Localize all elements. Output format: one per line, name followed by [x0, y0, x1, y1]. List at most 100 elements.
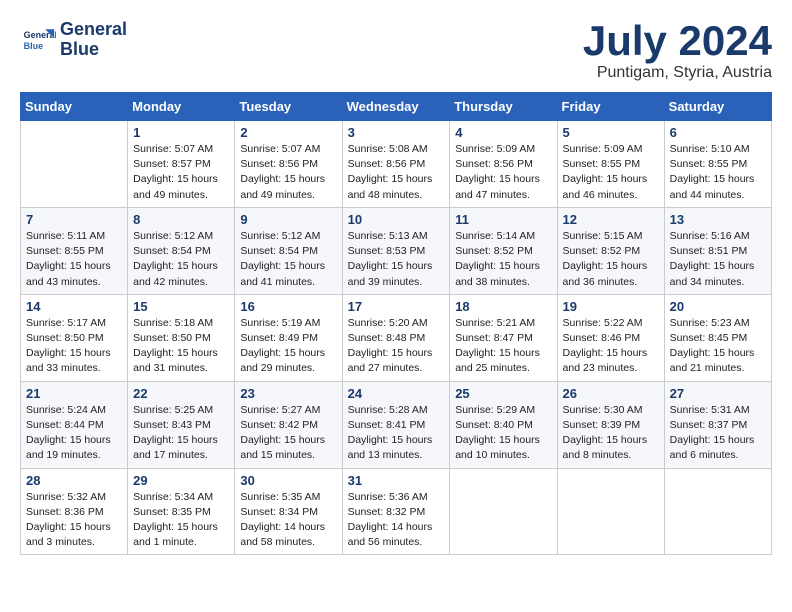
day-info: Sunrise: 5:19 AM Sunset: 8:49 PM Dayligh…	[240, 316, 336, 377]
day-number: 10	[348, 212, 445, 227]
day-info: Sunrise: 5:11 AM Sunset: 8:55 PM Dayligh…	[26, 229, 122, 290]
calendar-cell: 20Sunrise: 5:23 AM Sunset: 8:45 PM Dayli…	[664, 294, 771, 381]
day-number: 3	[348, 125, 445, 140]
calendar-cell: 10 Sunrise: 5:13 AM Sunset: 8:53 PM Dayli…	[342, 207, 450, 294]
day-info: Sunrise: 5:12 AM Sunset: 8:54 PM Dayligh…	[240, 229, 336, 290]
page-header: General Blue General Blue July 2024 Punt…	[20, 20, 772, 82]
calendar-cell: 27 Sunrise: 5:31 AM Sunset: 8:37 PM Dayli…	[664, 381, 771, 468]
day-info: Sunrise: 5:10 AM Sunset: 8:55 PM Dayligh…	[670, 142, 766, 203]
calendar-cell: 6 Sunrise: 5:10 AM Sunset: 8:55 PM Daylig…	[664, 121, 771, 208]
calendar-cell: 16 Sunrise: 5:19 AM Sunset: 8:49 PM Dayli…	[235, 294, 342, 381]
day-number: 5	[563, 125, 659, 140]
day-info: Sunrise: 5:17 AM Sunset: 8:50 PM Dayligh…	[26, 316, 122, 377]
calendar-cell: 2Sunrise: 5:07 AM Sunset: 8:56 PM Daylig…	[235, 121, 342, 208]
day-number: 16	[240, 299, 336, 314]
day-number: 1	[133, 125, 229, 140]
calendar-cell: 12Sunrise: 5:15 AM Sunset: 8:52 PM Dayli…	[557, 207, 664, 294]
calendar-cell: 1 Sunrise: 5:07 AM Sunset: 8:57 PM Daylig…	[128, 121, 235, 208]
calendar-cell: 24 Sunrise: 5:28 AM Sunset: 8:41 PM Dayli…	[342, 381, 450, 468]
calendar-week-row: 28 Sunrise: 5:32 AM Sunset: 8:36 PM Dayli…	[21, 468, 772, 555]
day-info: Sunrise: 5:09 AM Sunset: 8:55 PM Dayligh…	[563, 142, 659, 203]
day-number: 22	[133, 386, 229, 401]
calendar-cell: 8 Sunrise: 5:12 AM Sunset: 8:54 PM Daylig…	[128, 207, 235, 294]
day-info: Sunrise: 5:14 AM Sunset: 8:52 PM Dayligh…	[455, 229, 551, 290]
calendar-cell: 17Sunrise: 5:20 AM Sunset: 8:48 PM Dayli…	[342, 294, 450, 381]
calendar-week-row: 1 Sunrise: 5:07 AM Sunset: 8:57 PM Daylig…	[21, 121, 772, 208]
calendar-cell: 9 Sunrise: 5:12 AM Sunset: 8:54 PM Daylig…	[235, 207, 342, 294]
weekday-header-tuesday: Tuesday	[235, 93, 342, 121]
weekday-header-monday: Monday	[128, 93, 235, 121]
day-info: Sunrise: 5:12 AM Sunset: 8:54 PM Dayligh…	[133, 229, 229, 290]
calendar-cell: 25Sunrise: 5:29 AM Sunset: 8:40 PM Dayli…	[450, 381, 557, 468]
weekday-header-wednesday: Wednesday	[342, 93, 450, 121]
day-number: 30	[240, 473, 336, 488]
weekday-header-friday: Friday	[557, 93, 664, 121]
day-number: 29	[133, 473, 229, 488]
day-number: 8	[133, 212, 229, 227]
day-number: 13	[670, 212, 766, 227]
day-info: Sunrise: 5:07 AM Sunset: 8:57 PM Dayligh…	[133, 142, 229, 203]
day-number: 9	[240, 212, 336, 227]
calendar-cell: 14 Sunrise: 5:17 AM Sunset: 8:50 PM Dayli…	[21, 294, 128, 381]
day-info: Sunrise: 5:08 AM Sunset: 8:56 PM Dayligh…	[348, 142, 445, 203]
day-info: Sunrise: 5:35 AM Sunset: 8:34 PM Dayligh…	[240, 490, 336, 551]
day-info: Sunrise: 5:13 AM Sunset: 8:53 PM Dayligh…	[348, 229, 445, 290]
calendar-cell: 18Sunrise: 5:21 AM Sunset: 8:47 PM Dayli…	[450, 294, 557, 381]
day-number: 20	[670, 299, 766, 314]
day-info: Sunrise: 5:30 AM Sunset: 8:39 PM Dayligh…	[563, 403, 659, 464]
day-info: Sunrise: 5:16 AM Sunset: 8:51 PM Dayligh…	[670, 229, 766, 290]
day-info: Sunrise: 5:07 AM Sunset: 8:56 PM Dayligh…	[240, 142, 336, 203]
day-number: 14	[26, 299, 122, 314]
calendar-cell: 4 Sunrise: 5:09 AM Sunset: 8:56 PM Daylig…	[450, 121, 557, 208]
day-info: Sunrise: 5:27 AM Sunset: 8:42 PM Dayligh…	[240, 403, 336, 464]
day-info: Sunrise: 5:09 AM Sunset: 8:56 PM Dayligh…	[455, 142, 551, 203]
day-number: 21	[26, 386, 122, 401]
calendar-cell	[664, 468, 771, 555]
day-number: 6	[670, 125, 766, 140]
calendar-cell: 29 Sunrise: 5:34 AM Sunset: 8:35 PM Dayli…	[128, 468, 235, 555]
calendar-cell: 21 Sunrise: 5:24 AM Sunset: 8:44 PM Dayli…	[21, 381, 128, 468]
day-info: Sunrise: 5:24 AM Sunset: 8:44 PM Dayligh…	[26, 403, 122, 464]
calendar-cell: 22 Sunrise: 5:25 AM Sunset: 8:43 PM Dayli…	[128, 381, 235, 468]
day-number: 28	[26, 473, 122, 488]
calendar-cell: 30 Sunrise: 5:35 AM Sunset: 8:34 PM Dayli…	[235, 468, 342, 555]
calendar-cell: 13 Sunrise: 5:16 AM Sunset: 8:51 PM Dayli…	[664, 207, 771, 294]
month-title: July 2024	[583, 20, 772, 62]
logo-text: General Blue	[60, 20, 127, 60]
day-info: Sunrise: 5:21 AM Sunset: 8:47 PM Dayligh…	[455, 316, 551, 377]
day-number: 27	[670, 386, 766, 401]
day-info: Sunrise: 5:18 AM Sunset: 8:50 PM Dayligh…	[133, 316, 229, 377]
calendar-cell	[450, 468, 557, 555]
calendar-cell: 15Sunrise: 5:18 AM Sunset: 8:50 PM Dayli…	[128, 294, 235, 381]
calendar-cell: 23 Sunrise: 5:27 AM Sunset: 8:42 PM Dayli…	[235, 381, 342, 468]
weekday-header-row: SundayMondayTuesdayWednesdayThursdayFrid…	[21, 93, 772, 121]
logo: General Blue General Blue	[20, 20, 127, 60]
day-info: Sunrise: 5:28 AM Sunset: 8:41 PM Dayligh…	[348, 403, 445, 464]
calendar-cell: 11 Sunrise: 5:14 AM Sunset: 8:52 PM Dayli…	[450, 207, 557, 294]
day-info: Sunrise: 5:31 AM Sunset: 8:37 PM Dayligh…	[670, 403, 766, 464]
day-info: Sunrise: 5:34 AM Sunset: 8:35 PM Dayligh…	[133, 490, 229, 551]
day-info: Sunrise: 5:32 AM Sunset: 8:36 PM Dayligh…	[26, 490, 122, 551]
calendar-week-row: 7Sunrise: 5:11 AM Sunset: 8:55 PM Daylig…	[21, 207, 772, 294]
day-number: 11	[455, 212, 551, 227]
day-number: 4	[455, 125, 551, 140]
svg-text:Blue: Blue	[24, 41, 44, 51]
calendar-cell: 3 Sunrise: 5:08 AM Sunset: 8:56 PM Daylig…	[342, 121, 450, 208]
calendar-week-row: 21 Sunrise: 5:24 AM Sunset: 8:44 PM Dayli…	[21, 381, 772, 468]
day-number: 17	[348, 299, 445, 314]
day-number: 19	[563, 299, 659, 314]
day-info: Sunrise: 5:25 AM Sunset: 8:43 PM Dayligh…	[133, 403, 229, 464]
title-block: July 2024 Puntigam, Styria, Austria	[583, 20, 772, 82]
calendar-week-row: 14 Sunrise: 5:17 AM Sunset: 8:50 PM Dayli…	[21, 294, 772, 381]
day-number: 24	[348, 386, 445, 401]
day-number: 25	[455, 386, 551, 401]
calendar-cell	[21, 121, 128, 208]
calendar-cell: 7Sunrise: 5:11 AM Sunset: 8:55 PM Daylig…	[21, 207, 128, 294]
calendar-cell: 19 Sunrise: 5:22 AM Sunset: 8:46 PM Dayli…	[557, 294, 664, 381]
calendar-cell: 28 Sunrise: 5:32 AM Sunset: 8:36 PM Dayli…	[21, 468, 128, 555]
weekday-header-saturday: Saturday	[664, 93, 771, 121]
day-number: 23	[240, 386, 336, 401]
calendar-cell: 26 Sunrise: 5:30 AM Sunset: 8:39 PM Dayli…	[557, 381, 664, 468]
day-number: 26	[563, 386, 659, 401]
day-info: Sunrise: 5:22 AM Sunset: 8:46 PM Dayligh…	[563, 316, 659, 377]
